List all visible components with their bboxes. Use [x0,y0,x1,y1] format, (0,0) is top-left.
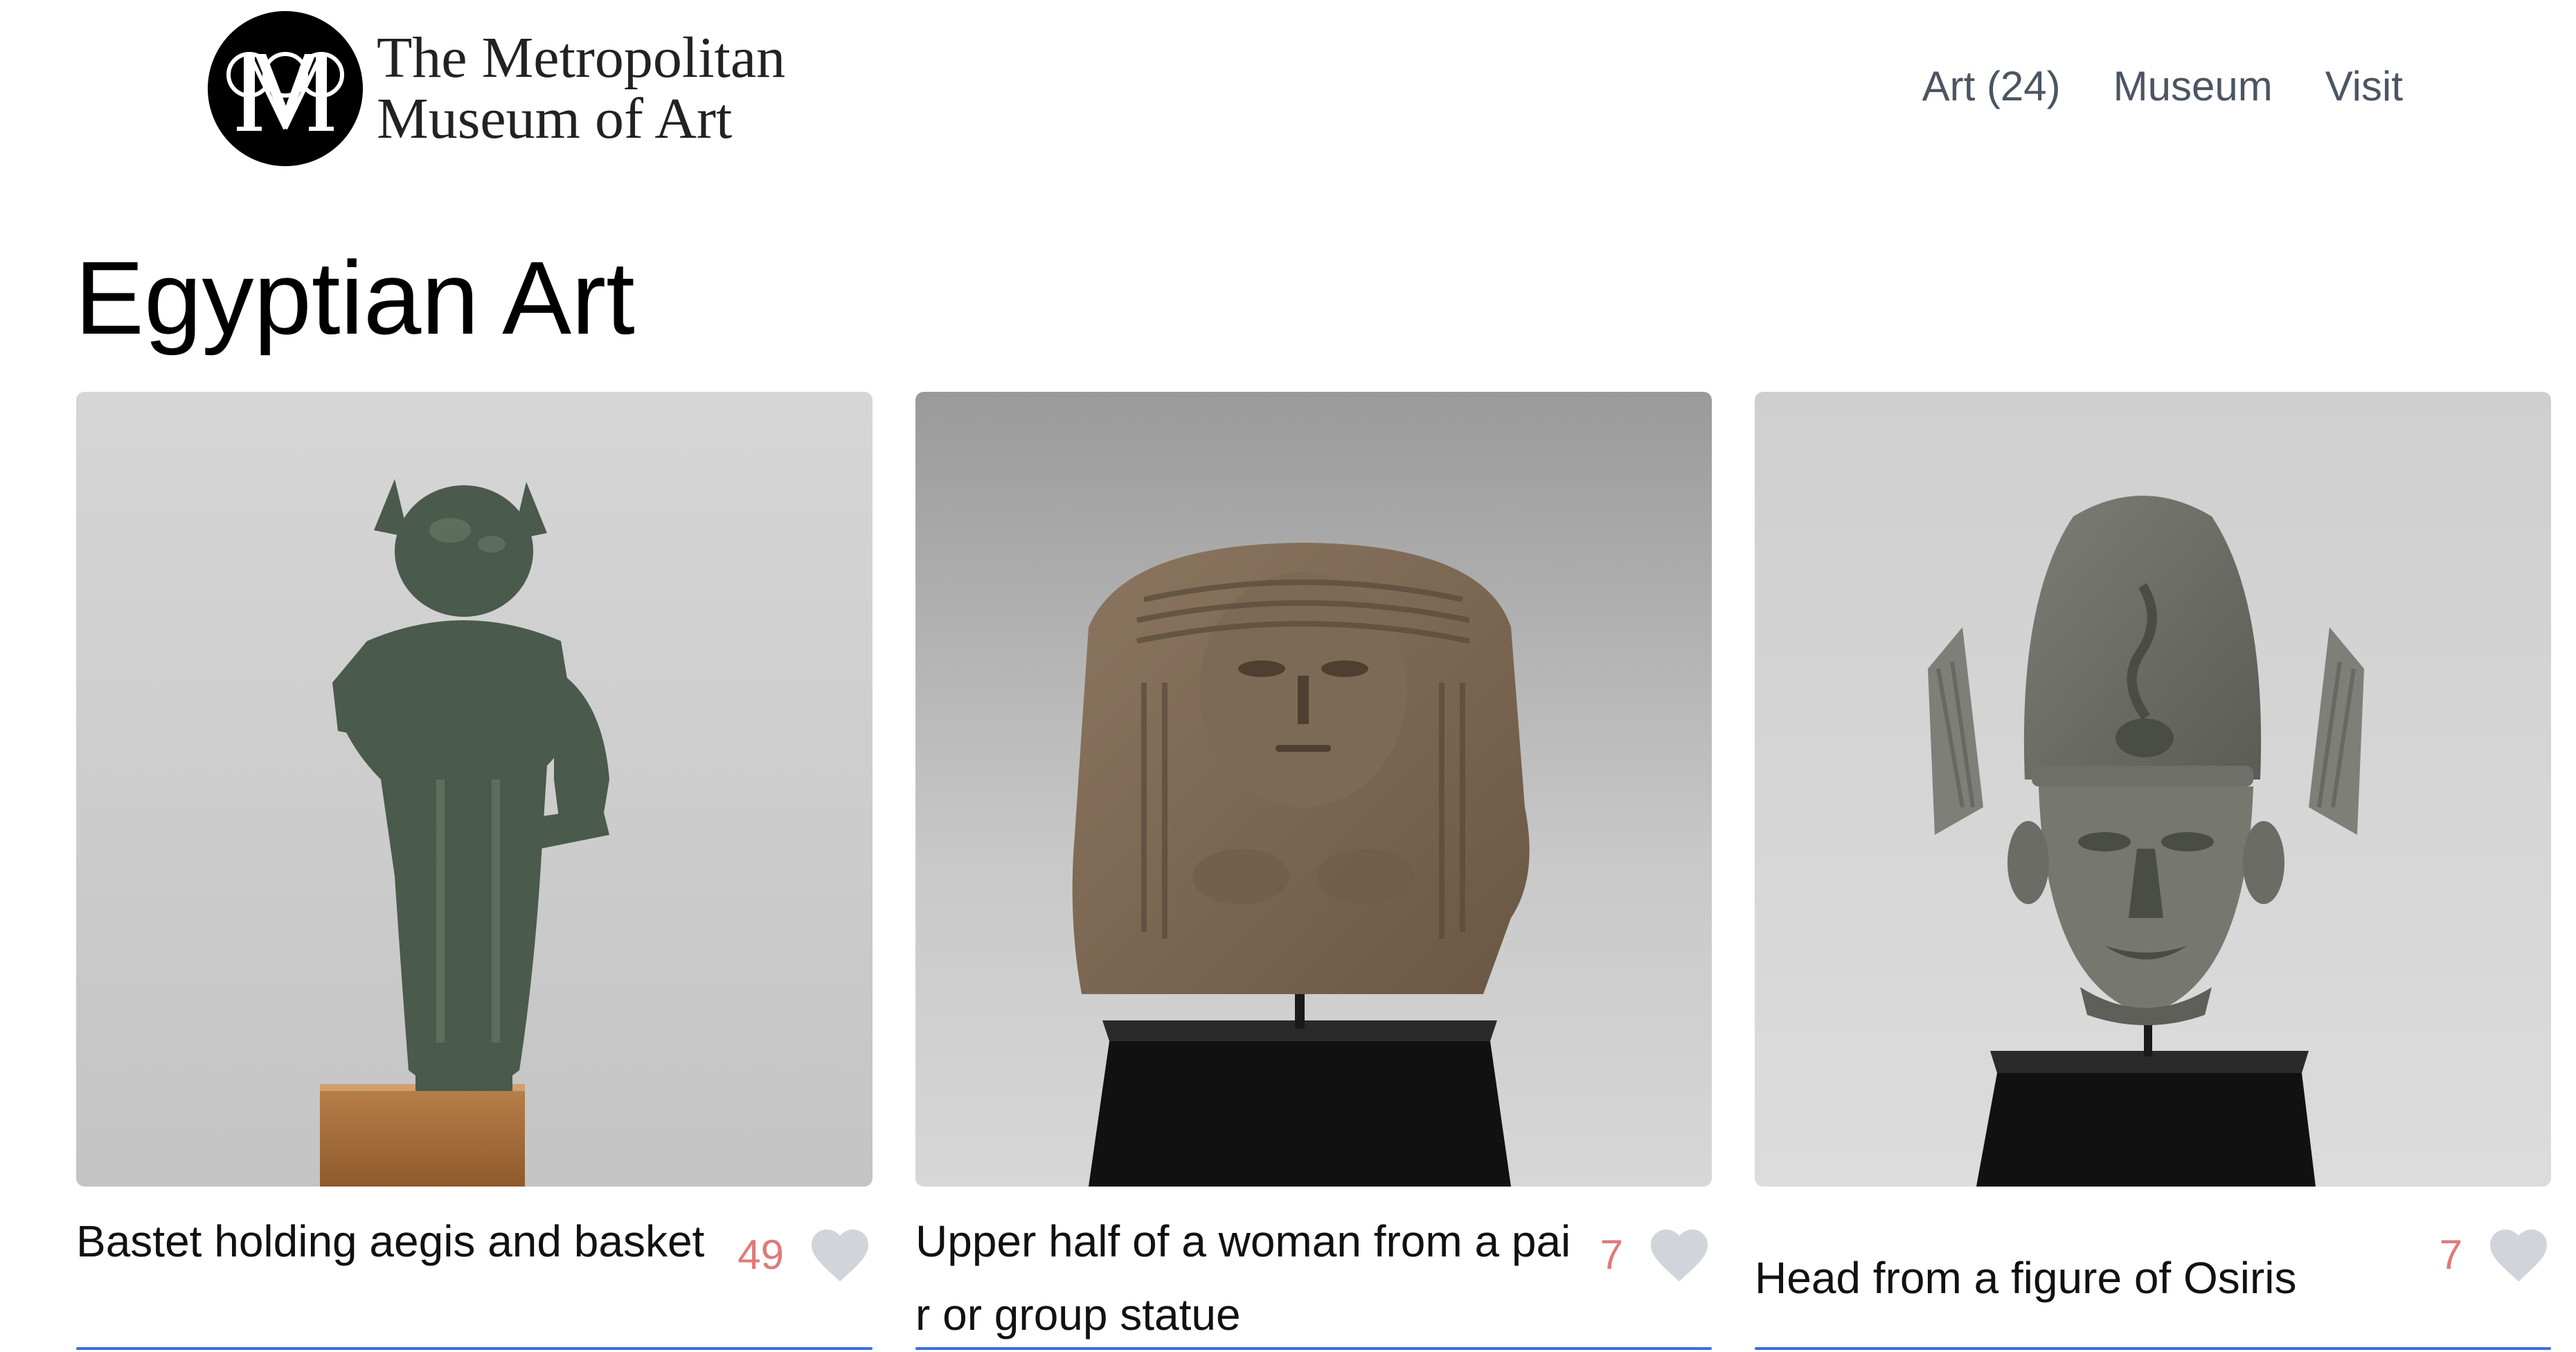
like-group: 7 [1600,1218,1712,1291]
nav-item-visit[interactable]: Visit [2325,62,2403,110]
main-nav: Art (24) Museum Visit [1922,62,2403,110]
osiris-head-image [1755,392,2551,1187]
artwork-title[interactable]: Bastet holding aegis and basket [76,1205,741,1278]
page-title: Egyptian Art [75,240,635,356]
like-group: 49 [737,1218,873,1291]
artwork-card: Head from a figure of Osiris 7 [1755,392,2551,1352]
card-divider [76,1347,873,1350]
like-count: 7 [2439,1231,2462,1278]
heart-icon[interactable] [1647,1225,1712,1284]
artwork-card: Upper half of a woman from a pair or gro… [915,392,1712,1352]
artwork-grid: Bastet holding aegis and basket 49 Upper… [76,392,2551,1352]
bastet-statue-image [76,392,873,1187]
heart-icon[interactable] [807,1225,873,1284]
nav-item-art[interactable]: Art (24) [1922,62,2061,110]
artwork-card: Bastet holding aegis and basket 49 [76,392,873,1352]
logo-line-1: The Metropolitan [377,26,786,90]
artwork-title[interactable]: Head from a figure of Osiris [1755,1241,2420,1315]
like-count: 7 [1600,1231,1623,1278]
artwork-image-link[interactable] [1755,392,2551,1187]
like-group: 7 [2440,1218,2551,1291]
like-count: 49 [737,1231,784,1278]
artwork-image-link[interactable] [915,392,1712,1187]
site-logo-link[interactable]: The Metropolitan Museum of Art [208,11,785,166]
card-divider [915,1347,1712,1350]
met-logo-icon [208,11,363,166]
site-header: The Metropolitan Museum of Art Art (24) … [0,0,2576,180]
artwork-image-link[interactable] [76,392,873,1187]
nav-item-museum[interactable]: Museum [2113,62,2273,110]
woman-bust-image [915,392,1712,1187]
artwork-title[interactable]: Upper half of a woman from a pair or gro… [915,1205,1580,1351]
heart-icon[interactable] [2486,1225,2551,1284]
logo-line-2: Museum of Art [377,87,733,151]
card-divider [1755,1347,2551,1350]
logo-wordmark: The Metropolitan Museum of Art [377,28,785,150]
